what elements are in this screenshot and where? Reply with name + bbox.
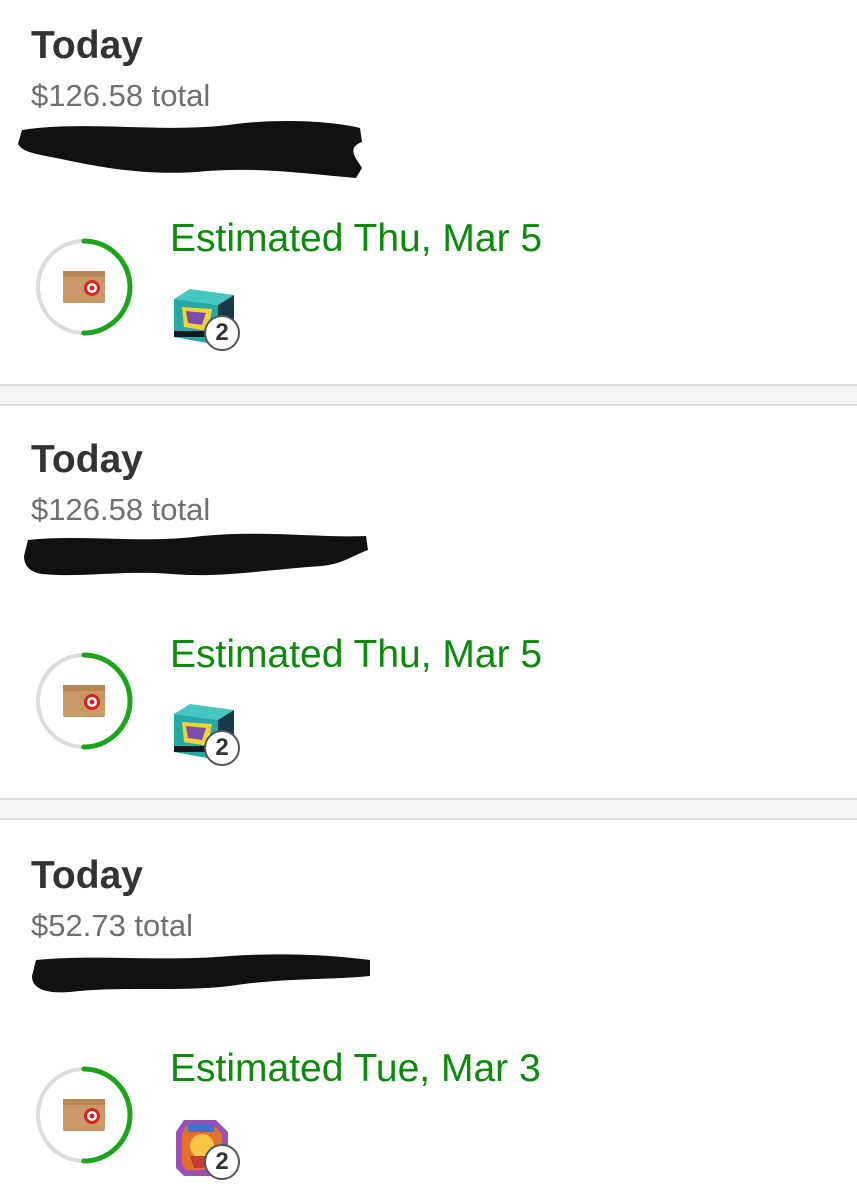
order-total: $126.58 total xyxy=(31,492,211,527)
item-thumbnail[interactable]: 2 xyxy=(172,1116,240,1180)
order-date-label: Today xyxy=(31,24,143,67)
delivery-progress-ring xyxy=(35,652,133,750)
order-date-label: Today xyxy=(31,854,143,897)
order-total: $52.73 total xyxy=(31,908,194,943)
order-card[interactable]: Today $126.58 total Estimated Thu, Mar 5… xyxy=(0,0,857,384)
item-thumbnail[interactable]: 2 xyxy=(172,287,240,351)
target-box-icon xyxy=(63,1099,105,1131)
order-date-label: Today xyxy=(31,438,143,481)
quantity-badge: 2 xyxy=(204,315,240,351)
order-card[interactable]: Today $52.73 total Estimated Tue, Mar 3 … xyxy=(0,820,857,1200)
order-divider xyxy=(0,798,857,820)
redacted-order-number xyxy=(24,533,368,576)
estimated-delivery: Estimated Tue, Mar 3 xyxy=(170,1047,541,1090)
redacted-order-number xyxy=(32,954,370,993)
estimated-delivery: Estimated Thu, Mar 5 xyxy=(170,633,543,676)
estimated-delivery: Estimated Thu, Mar 5 xyxy=(170,217,543,260)
target-box-icon xyxy=(63,271,105,303)
item-thumbnail[interactable]: 2 xyxy=(172,702,240,766)
delivery-progress-ring xyxy=(35,1066,133,1164)
order-divider xyxy=(0,384,857,406)
target-box-icon xyxy=(63,685,105,717)
order-card[interactable]: Today $126.58 total Estimated Thu, Mar 5… xyxy=(0,406,857,800)
quantity-badge: 2 xyxy=(204,730,240,766)
redacted-order-number xyxy=(18,121,362,178)
quantity-badge: 2 xyxy=(204,1144,240,1180)
order-total: $126.58 total xyxy=(31,78,211,113)
delivery-progress-ring xyxy=(35,238,133,336)
